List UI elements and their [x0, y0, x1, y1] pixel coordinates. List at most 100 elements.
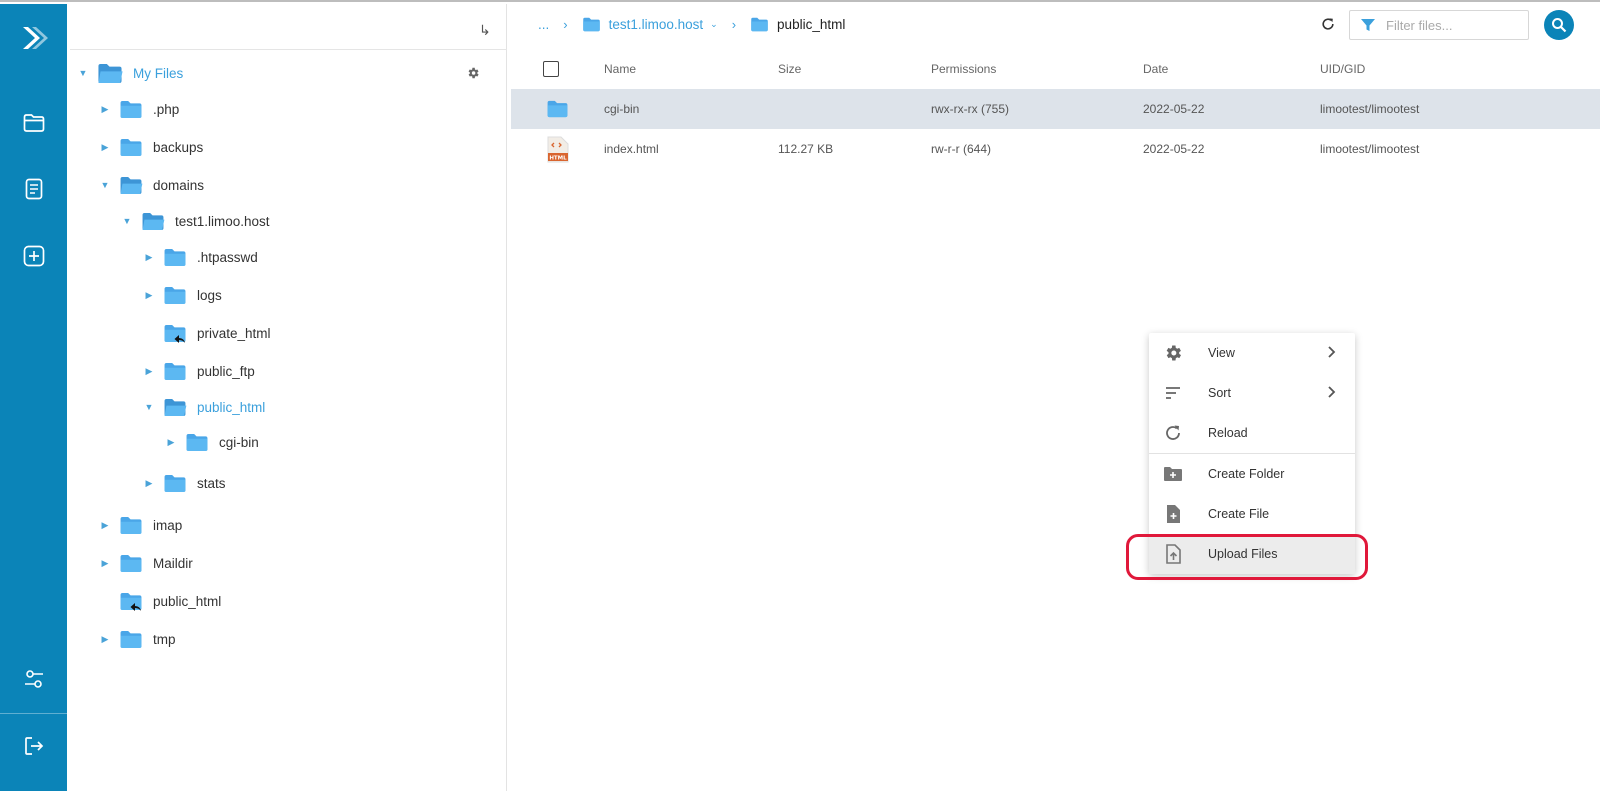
file-name: cgi-bin: [604, 102, 640, 116]
expand-arrow-icon[interactable]: ▶: [99, 142, 111, 153]
table-row[interactable]: HTML index.html 112.27 KB rw-r-r (644) 2…: [511, 129, 1600, 169]
column-header-size[interactable]: Size: [778, 49, 801, 89]
tree-node-label: stats: [197, 475, 226, 491]
upload-icon: [1166, 544, 1181, 564]
menu-item-create-file[interactable]: Create File: [1149, 494, 1355, 534]
tree-node-tmp[interactable]: ▶ tmp: [99, 625, 176, 653]
expand-arrow-icon[interactable]: ▶: [143, 290, 155, 301]
expand-arrow-icon[interactable]: ▼: [121, 216, 133, 226]
file-manager-app: ↳ ▼ My Files ▶ .php ▶ backups ▼ domains …: [0, 0, 1600, 791]
table-row[interactable]: cgi-bin rwx-rx-rx (755) 2022-05-22 limoo…: [511, 89, 1600, 129]
folder-link-icon: [119, 592, 143, 611]
file-name: index.html: [604, 142, 659, 156]
expand-arrow-icon[interactable]: ▶: [143, 478, 155, 489]
folder-icon: [119, 138, 143, 157]
menu-item-upload-files[interactable]: Upload Files: [1149, 534, 1355, 574]
menu-item-reload[interactable]: Reload: [1149, 413, 1355, 453]
tree-node-label: .php: [153, 101, 180, 117]
breadcrumb-ellipsis[interactable]: ...: [538, 17, 549, 32]
add-nav-icon[interactable]: [0, 236, 67, 276]
menu-item-sort[interactable]: Sort: [1149, 373, 1355, 413]
menu-item-create-folder[interactable]: Create Folder: [1149, 454, 1355, 494]
menu-item-label: Create File: [1208, 507, 1270, 521]
file-list-panel: ... › test1.limoo.host ⌄ › public_html F…: [508, 4, 1600, 791]
tree-node-maildir[interactable]: ▶ Maildir: [99, 549, 193, 577]
expand-arrow-icon[interactable]: ▶: [143, 366, 155, 377]
column-header-permissions[interactable]: Permissions: [931, 49, 996, 89]
folder-tree-panel: ↳ ▼ My Files ▶ .php ▶ backups ▼ domains …: [67, 4, 507, 791]
breadcrumb-current[interactable]: public_html: [750, 17, 845, 32]
tree-node-label: tmp: [153, 631, 176, 647]
collapse-tree-icon[interactable]: ↳: [479, 22, 491, 39]
folder-icon: [750, 17, 769, 32]
expand-arrow-icon[interactable]: ▼: [99, 180, 111, 190]
folder-link-icon: [163, 324, 187, 343]
tree-node-php[interactable]: ▶ .php: [99, 95, 179, 123]
file-date: 2022-05-22: [1143, 102, 1205, 116]
chevron-right-icon: ›: [731, 16, 737, 32]
folder-icon: [163, 362, 187, 381]
settings-sliders-icon[interactable]: [0, 659, 67, 699]
svg-text:HTML: HTML: [549, 155, 567, 161]
chevron-right-icon: ›: [563, 16, 568, 32]
tree-node-label: My Files: [133, 65, 184, 81]
column-header-uid-gid[interactable]: UID/GID: [1320, 49, 1365, 89]
tree-node-stats[interactable]: ▶ stats: [143, 469, 226, 497]
tree-node-cgi-bin[interactable]: ▶ cgi-bin: [165, 428, 259, 456]
folder-nav-icon[interactable]: [0, 103, 67, 143]
folder-icon: [163, 474, 187, 493]
folder-icon: [119, 554, 143, 573]
expand-arrow-icon[interactable]: ▶: [99, 634, 111, 645]
tree-node-label: public_html: [197, 399, 266, 415]
file-size: 112.27 KB: [778, 142, 834, 156]
folder-icon: [185, 433, 209, 452]
expand-arrow-icon[interactable]: ▶: [99, 558, 111, 569]
search-icon: [1552, 18, 1567, 33]
menu-item-label: View: [1208, 346, 1235, 360]
gear-icon: [1166, 345, 1181, 361]
folder-icon: [546, 89, 569, 129]
tree-settings-gear-icon[interactable]: [466, 66, 480, 85]
tree-node-private-html[interactable]: private_html: [143, 319, 271, 347]
column-header-date[interactable]: Date: [1143, 49, 1168, 89]
context-menu: View Sort Reload Create Folder Create Fi…: [1149, 333, 1355, 574]
filter-files-input[interactable]: [1386, 17, 1526, 33]
add-file-icon: [1167, 505, 1180, 523]
tree-header-divider: [70, 49, 507, 50]
expand-arrow-icon[interactable]: ▶: [99, 520, 111, 531]
chevron-down-icon[interactable]: ⌄: [710, 19, 718, 30]
expand-arrow-icon[interactable]: ▶: [165, 437, 177, 448]
expand-arrow-icon[interactable]: ▶: [143, 252, 155, 263]
tree-node-public-html-link[interactable]: public_html: [99, 587, 221, 615]
tree-root-my-files[interactable]: ▼ My Files: [77, 59, 183, 87]
file-permissions: rwx-rx-rx (755): [931, 102, 1009, 116]
tree-node-backups[interactable]: ▶ backups: [99, 133, 203, 161]
tree-node-logs[interactable]: ▶ logs: [143, 281, 222, 309]
tree-node-public-html-active[interactable]: ▼ public_html: [143, 393, 265, 421]
tree-node-test1-limoo-host[interactable]: ▼ test1.limoo.host: [121, 207, 270, 235]
add-folder-icon: [1164, 467, 1182, 481]
search-button[interactable]: [1544, 10, 1574, 40]
folder-icon: [163, 248, 187, 267]
folder-open-icon: [141, 212, 165, 231]
select-all-checkbox[interactable]: [543, 49, 559, 89]
tree-node-htpasswd[interactable]: ▶ .htpasswd: [143, 243, 258, 271]
logout-icon[interactable]: [0, 726, 67, 766]
folder-icon: [119, 100, 143, 119]
logo-icon[interactable]: [0, 18, 67, 58]
menu-item-label: Sort: [1208, 386, 1231, 400]
breadcrumb-domain[interactable]: test1.limoo.host ⌄: [582, 17, 718, 32]
tree-node-imap[interactable]: ▶ imap: [99, 511, 182, 539]
tree-node-public-ftp[interactable]: ▶ public_ftp: [143, 357, 255, 385]
column-header-name[interactable]: Name: [604, 49, 636, 89]
menu-item-view[interactable]: View: [1149, 333, 1355, 373]
document-nav-icon[interactable]: [0, 169, 67, 209]
expand-arrow-icon[interactable]: ▼: [77, 68, 89, 78]
reload-icon[interactable]: [1321, 17, 1335, 36]
expand-arrow-icon[interactable]: ▶: [99, 104, 111, 115]
tree-node-domains[interactable]: ▼ domains: [99, 171, 204, 199]
chevron-right-icon: [1328, 386, 1336, 398]
folder-open-icon: [97, 63, 123, 84]
breadcrumb-current-label: public_html: [777, 16, 846, 32]
expand-arrow-icon[interactable]: ▼: [143, 402, 155, 412]
